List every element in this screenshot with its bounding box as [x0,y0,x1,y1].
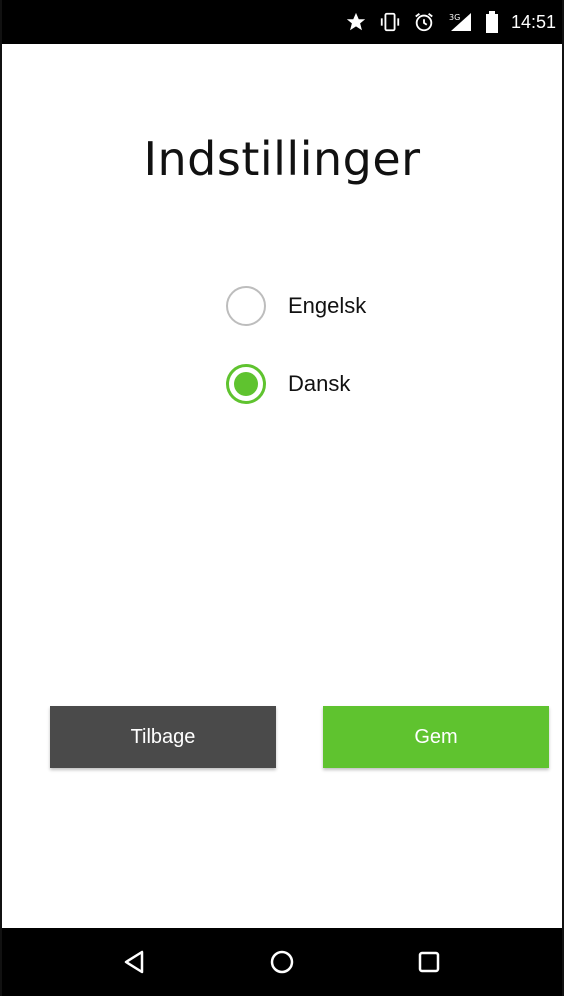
vibrate-icon [379,11,401,33]
svg-text:3G: 3G [449,13,460,22]
app-screen: 3G 14:51 Indstillinger Engelsk Dansk Til… [0,0,564,996]
back-button[interactable]: Tilbage [50,706,276,768]
status-bar: 3G 14:51 [2,0,562,44]
star-icon [345,11,367,33]
language-radio-group: Engelsk Dansk [226,282,366,438]
radio-button-checked[interactable] [226,364,266,404]
status-time: 14:51 [510,11,556,32]
radio-option-engelsk[interactable]: Engelsk [226,282,366,330]
home-circle-icon[interactable] [262,942,302,982]
navigation-bar [2,928,562,996]
status-icons: 3G 14:51 [345,0,556,44]
save-button[interactable]: Gem [323,706,549,768]
radio-label: Dansk [288,371,351,396]
signal-3g-icon: 3G [447,11,473,33]
radio-button-unchecked[interactable] [226,286,266,326]
radio-label: Engelsk [288,293,367,318]
back-triangle-icon[interactable] [115,942,155,982]
recents-square-icon[interactable] [409,942,449,982]
battery-icon [485,11,499,33]
alarm-icon [413,11,435,33]
radio-option-dansk[interactable]: Dansk [226,360,366,408]
page-title: Indstillinger [143,132,421,186]
